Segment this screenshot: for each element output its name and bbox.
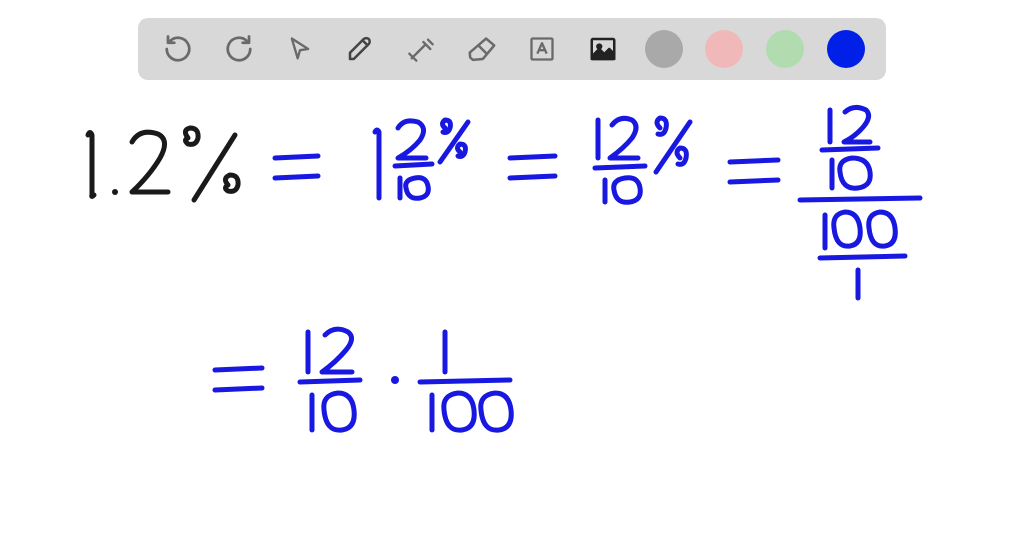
- image-button[interactable]: [584, 30, 622, 68]
- redo-button[interactable]: [220, 30, 258, 68]
- color-blue-button[interactable]: [827, 30, 865, 68]
- color-pink-button[interactable]: [705, 30, 743, 68]
- pen-icon: [345, 34, 375, 64]
- color-green-button[interactable]: [766, 30, 804, 68]
- color-gray-button[interactable]: [645, 30, 683, 68]
- eraser-icon: [467, 34, 497, 64]
- text-button[interactable]: [523, 30, 561, 68]
- tools-icon: [407, 35, 435, 63]
- whiteboard-canvas[interactable]: [0, 80, 1024, 548]
- pen-button[interactable]: [341, 30, 379, 68]
- text-icon: [528, 35, 556, 63]
- image-icon: [588, 34, 618, 64]
- toolbar: [138, 18, 886, 80]
- undo-icon: [163, 34, 193, 64]
- cursor-icon: [286, 35, 314, 63]
- eraser-button[interactable]: [463, 30, 501, 68]
- redo-icon: [224, 34, 254, 64]
- cursor-button[interactable]: [281, 30, 319, 68]
- handwriting-ink: [0, 80, 1024, 548]
- undo-button[interactable]: [159, 30, 197, 68]
- tools-button[interactable]: [402, 30, 440, 68]
